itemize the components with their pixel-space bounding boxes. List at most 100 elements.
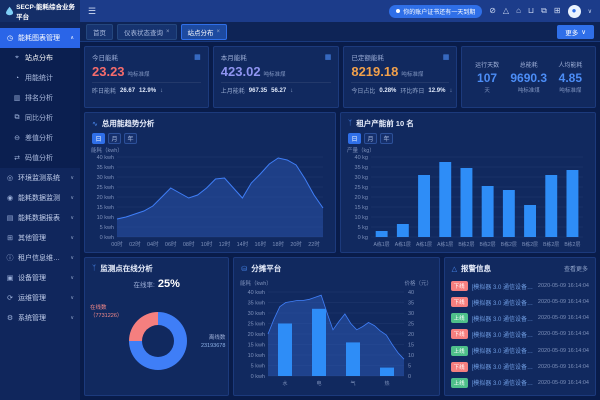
panel-header: ∿ 总用能趋势分析 <box>85 113 335 131</box>
summary-metric: 运行天数107天 <box>475 60 499 94</box>
svg-text:40 kwh: 40 kwh <box>248 290 265 296</box>
sidebar-subitem[interactable]: ⌖站点分布 <box>0 48 80 68</box>
alarm-row[interactable]: 下线[模拟器 3.0 通信设备] 模拟器 3.0...2020-05-09 16… <box>451 297 589 307</box>
tab-bar: 首页仪表状态查询×站点分布× 更多 ∨ <box>80 22 600 42</box>
svg-text:20 kwh: 20 kwh <box>97 195 114 201</box>
alarm-row[interactable]: 上线[模拟器 3.0 通信设备] 模拟器 3.0...2020-05-09 16… <box>451 313 589 323</box>
footer-label: 上月能耗 <box>221 86 245 95</box>
alert-triangle-icon[interactable]: △ <box>503 7 509 15</box>
avatar[interactable]: ● <box>568 5 581 18</box>
alarm-row[interactable]: 上线[模拟器 3.0 通信设备] 模拟器 3.0...2020-05-09 16… <box>451 346 589 356</box>
alarm-row[interactable]: 上线[模拟器 3.0 通信设备] 模拟器 3.0...2020-05-09 16… <box>451 378 589 388</box>
sidebar-subitem[interactable]: ⇄码值分析 <box>0 148 80 168</box>
svg-text:12时: 12时 <box>219 240 231 248</box>
sidebar-item[interactable]: ▣设备管理∨ <box>0 268 80 288</box>
view-more-link[interactable]: 查看更多 <box>564 264 588 273</box>
sidebar-subitem-label: 差值分析 <box>25 133 53 143</box>
calendar-icon: ▦ <box>325 53 332 61</box>
sidebar-subitem[interactable]: ⊖差值分析 <box>0 128 80 148</box>
svg-text:5 kg: 5 kg <box>358 225 368 231</box>
online-label: 在线数 <box>90 304 122 312</box>
offline-label: 离线数 <box>201 334 225 342</box>
stat-card-footer: 今日占比0.28%环比昨日12.9%↓ <box>351 86 449 95</box>
period-tab-日[interactable]: 日 <box>348 133 361 144</box>
info-icon: ⓘ <box>6 253 14 263</box>
sidebar-subitem[interactable]: ▥排名分析 <box>0 88 80 108</box>
platform-icon: ⛁ <box>241 265 247 273</box>
svg-text:热: 热 <box>385 380 390 387</box>
more-button[interactable]: 更多 ∨ <box>557 25 594 39</box>
stat-card-value: 23.23吨标准煤 <box>92 64 201 79</box>
sidebar-subitem[interactable]: ⧉同比分析 <box>0 108 80 128</box>
metric-unit: 天 <box>475 86 499 94</box>
metric-unit: 吨标准煤 <box>510 86 547 94</box>
expiry-notice-pill[interactable]: 你的账户证书还有一天到期 <box>389 5 482 18</box>
sidebar-item[interactable]: ⊞其他管理∨ <box>0 228 80 248</box>
svg-text:能耗（kwh）: 能耗（kwh） <box>91 146 123 154</box>
trend-period-tabs: 日月年 <box>85 131 335 145</box>
close-icon[interactable]: × <box>217 29 221 35</box>
online-rate-label: 在线率: <box>134 282 155 289</box>
svg-text:B栋2层: B栋2层 <box>480 241 496 248</box>
app-title: SECP-能耗综合业务平台 <box>16 1 80 21</box>
stat-card: 今日能耗▦23.23吨标准煤昨日能耗26.6712.9%↓ <box>84 46 209 108</box>
alarm-status-tag: 下线 <box>451 362 468 372</box>
period-tab-日[interactable]: 日 <box>92 133 105 144</box>
sidebar-item[interactable]: ◎环境监测系统∨ <box>0 168 80 188</box>
panel-online-analysis: ᛉ 监测点在线分析 在线率:25% 在线数 （7731226） <box>84 257 229 396</box>
sidebar-item[interactable]: ◉能耗数据监测∨ <box>0 188 80 208</box>
sidebar-item-label: 租户信息维护管理 <box>18 253 66 263</box>
period-tab-月[interactable]: 月 <box>364 133 377 144</box>
package-icon[interactable]: ⊔ <box>528 7 534 15</box>
online-rate-value: 25% <box>158 278 180 290</box>
sidebar-subitem[interactable]: ◔用能统计 <box>0 68 80 88</box>
content: 今日能耗▦23.23吨标准煤昨日能耗26.6712.9%↓本月能耗▦423.02… <box>80 42 600 400</box>
dashboard-app: SECP-能耗综合业务平台 ☰ 你的账户证书还有一天到期 ⊘△⌂⊔⧉⊞ ● ∨ … <box>0 0 600 400</box>
collapse-menu-icon[interactable]: ☰ <box>88 7 96 16</box>
home-icon[interactable]: ⌂ <box>516 7 521 15</box>
chevron-icon: ∨ <box>70 175 74 181</box>
svg-text:20 kwh: 20 kwh <box>248 332 265 338</box>
svg-text:35 kwh: 35 kwh <box>97 165 114 171</box>
tab-仪表状态查询[interactable]: 仪表状态查询× <box>117 24 177 40</box>
alarm-text: [模拟器 3.0 通信设备] 模拟器 3.0... <box>472 378 534 387</box>
alarm-row[interactable]: 下线[模拟器 3.0 通信设备] 模拟器 3.0...2020-05-09 16… <box>451 329 589 339</box>
period-tab-年[interactable]: 年 <box>124 133 137 144</box>
fullscreen-icon[interactable]: ⊞ <box>554 7 561 15</box>
period-tab-月[interactable]: 月 <box>108 133 121 144</box>
copy-icon[interactable]: ⧉ <box>541 7 547 15</box>
rank-icon: ▥ <box>13 94 21 102</box>
chevron-icon: ∧ <box>70 35 74 41</box>
arrow-down-icon: ↓ <box>160 88 163 94</box>
sidebar-item[interactable]: ⚙系统管理∨ <box>0 308 80 328</box>
tab-首页[interactable]: 首页 <box>86 24 113 40</box>
sidebar-item[interactable]: ◷能耗图表管理∧ <box>0 28 80 48</box>
svg-text:04时: 04时 <box>147 240 159 248</box>
alarm-status-tag: 下线 <box>451 297 468 307</box>
period-tab-年[interactable]: 年 <box>380 133 393 144</box>
summary-card: 运行天数107天总能耗9690.3吨标准煤人均能耗4.85吨标准煤 <box>461 46 596 108</box>
svg-text:15 kg: 15 kg <box>355 205 368 211</box>
sidebar-item[interactable]: ⟳运维管理∨ <box>0 288 80 308</box>
tab-label: 仪表状态查询 <box>124 27 163 37</box>
sidebar-item[interactable]: ⓘ租户信息维护管理∨ <box>0 248 80 268</box>
svg-text:产量（kg）: 产量（kg） <box>347 146 375 154</box>
tab-站点分布[interactable]: 站点分布× <box>181 24 228 40</box>
svg-text:5 kwh: 5 kwh <box>100 225 114 231</box>
svg-text:35 kg: 35 kg <box>355 165 368 171</box>
stat-card-unit: 吨标准煤 <box>264 72 286 78</box>
chevron-icon: ∨ <box>70 215 74 221</box>
svg-text:15 kwh: 15 kwh <box>248 343 265 349</box>
svg-text:价格（元）: 价格（元） <box>405 279 433 287</box>
chevron-down-icon[interactable]: ∨ <box>588 8 592 15</box>
forbidden-icon[interactable]: ⊘ <box>489 7 496 15</box>
sidebar-item[interactable]: ▤能耗数据报表∨ <box>0 208 80 228</box>
alarm-row[interactable]: 下线[模拟器 3.0 通信设备] 模拟器 3.0...2020-05-09 16… <box>451 362 589 372</box>
summary-metric: 人均能耗4.85吨标准煤 <box>558 60 582 94</box>
metric-label: 运行天数 <box>475 60 499 69</box>
svg-text:A栋1层: A栋1层 <box>395 241 411 248</box>
footer-value: 56.27 <box>271 88 286 94</box>
close-icon[interactable]: × <box>166 29 170 35</box>
alarm-row[interactable]: 下线[模拟器 3.0 通信设备] 模拟器 3.0...2020-05-09 16… <box>451 281 589 291</box>
svg-text:B栋2层: B栋2层 <box>564 241 580 248</box>
